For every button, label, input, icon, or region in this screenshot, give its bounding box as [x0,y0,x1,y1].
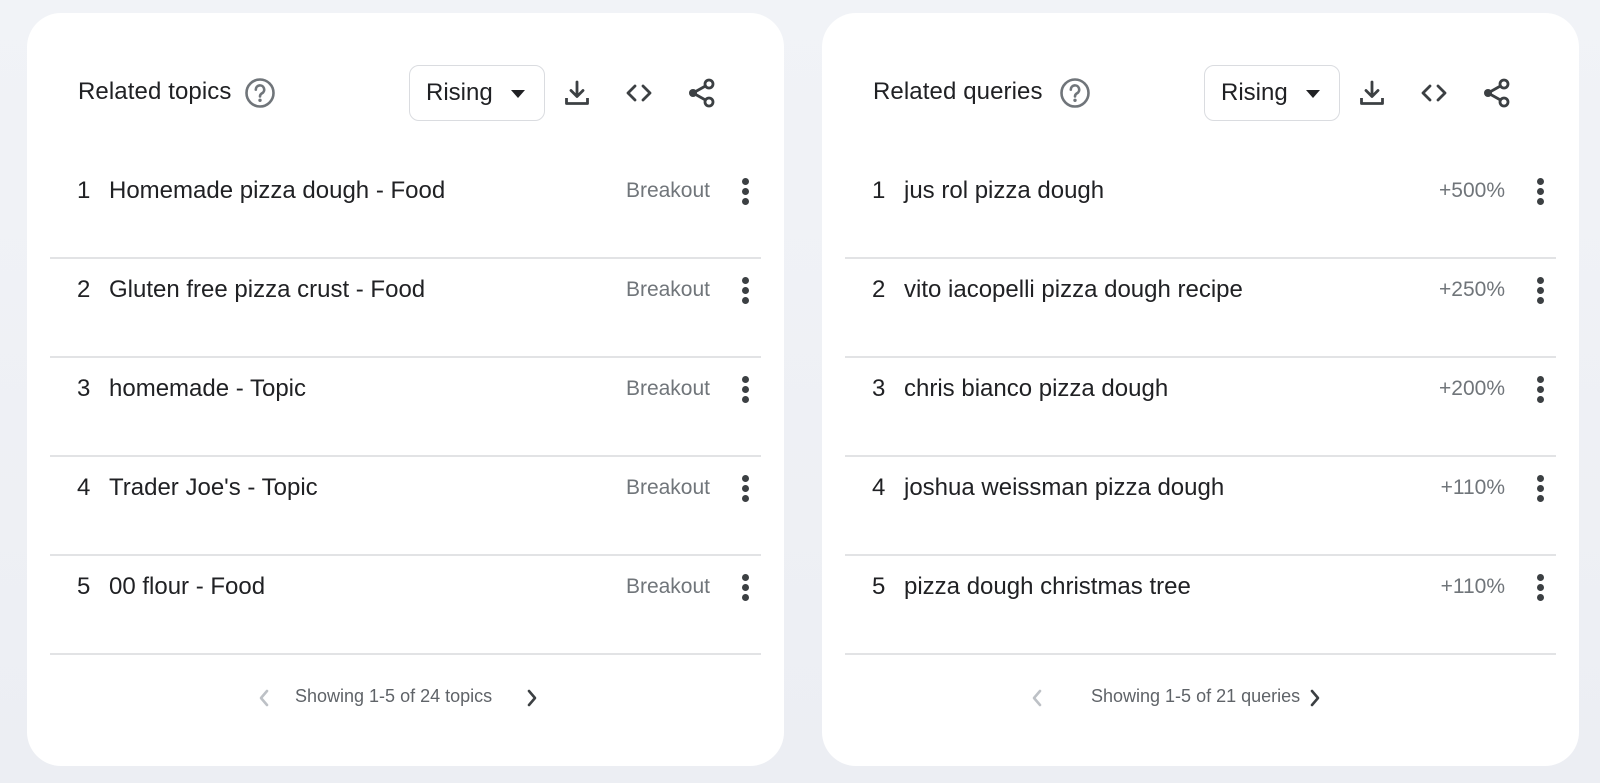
list-item[interactable]: 2 vito iacopelli pizza dough recipe +250… [845,259,1556,358]
code-embed-icon[interactable] [1418,77,1450,109]
item-label[interactable]: pizza dough christmas tree [904,573,1191,601]
topics-list: 1 Homemade pizza dough - Food Breakout 2… [50,160,761,655]
item-label[interactable]: vito iacopelli pizza dough recipe [904,276,1243,304]
pagination-text: Showing 1-5 of 24 topics [295,686,493,706]
item-rank: 3 [77,375,91,402]
item-value: Breakout [625,476,710,499]
pagination-text: Showing 1-5 of 21 queries [1091,686,1301,706]
card-header: Related topics Rising [27,65,784,121]
dropdown-caret-icon [1306,90,1320,98]
item-value: +250% [1439,278,1505,301]
list-item[interactable]: 3 chris bianco pizza dough +200% [845,358,1556,457]
list-item[interactable]: 1 jus rol pizza dough +500% [845,160,1556,259]
item-rank: 5 [77,573,91,600]
item-rank: 2 [872,276,886,303]
item-rank: 1 [77,177,91,204]
item-value: Breakout [625,179,710,202]
list-item[interactable]: 3 homemade - Topic Breakout [50,358,761,457]
item-rank: 4 [872,474,886,501]
item-rank: 5 [872,573,886,600]
more-vertical-icon[interactable] [737,275,753,309]
item-rank: 2 [77,276,91,303]
pagination: Showing 1-5 of 24 topics [27,683,784,713]
item-label[interactable]: 00 flour - Food [109,573,265,601]
item-value: Breakout [625,278,710,301]
list-item[interactable]: 4 Trader Joe's - Topic Breakout [50,457,761,556]
help-circle-icon[interactable] [1059,77,1091,109]
more-vertical-icon[interactable] [737,473,753,507]
dropdown-selected-value: Rising [426,79,493,106]
item-label[interactable]: homemade - Topic [109,375,306,403]
item-value: Breakout [625,575,710,598]
list-item[interactable]: 5 pizza dough christmas tree +110% [845,556,1556,655]
item-label[interactable]: joshua weissman pizza dough [904,474,1224,502]
more-vertical-icon[interactable] [1532,176,1548,210]
more-vertical-icon[interactable] [737,176,753,210]
list-item[interactable]: 1 Homemade pizza dough - Food Breakout [50,160,761,259]
page: Related topics Rising 1 Homemade pizza d… [0,0,1600,783]
more-vertical-icon[interactable] [737,572,753,606]
chevron-left-icon[interactable] [254,686,274,710]
rising-dropdown[interactable]: Rising [409,65,545,121]
item-label[interactable]: jus rol pizza dough [904,177,1104,205]
list-item[interactable]: 4 joshua weissman pizza dough +110% [845,457,1556,556]
item-value: +110% [1440,575,1505,598]
dropdown-caret-icon [511,90,525,98]
card-header: Related queries Rising [822,65,1579,121]
item-rank: 1 [872,177,886,204]
card-title: Related queries [873,78,1043,105]
related-topics-card: Related topics Rising 1 Homemade pizza d… [27,13,784,766]
pagination: Showing 1-5 of 21 queries [822,683,1579,713]
chevron-right-icon[interactable] [522,686,542,710]
help-circle-icon[interactable] [244,77,276,109]
chevron-left-icon[interactable] [1027,686,1047,710]
item-value: +200% [1439,377,1505,400]
share-icon[interactable] [685,77,717,109]
dropdown-selected-value: Rising [1221,79,1288,106]
list-item[interactable]: 5 00 flour - Food Breakout [50,556,761,655]
more-vertical-icon[interactable] [737,374,753,408]
rising-dropdown[interactable]: Rising [1204,65,1340,121]
download-icon[interactable] [561,77,593,109]
chevron-right-icon[interactable] [1305,686,1325,710]
more-vertical-icon[interactable] [1532,572,1548,606]
more-vertical-icon[interactable] [1532,473,1548,507]
code-embed-icon[interactable] [623,77,655,109]
related-queries-card: Related queries Rising 1 jus rol pizza d… [822,13,1579,766]
download-icon[interactable] [1356,77,1388,109]
share-icon[interactable] [1480,77,1512,109]
item-rank: 3 [872,375,886,402]
item-label[interactable]: Homemade pizza dough - Food [109,177,445,205]
more-vertical-icon[interactable] [1532,374,1548,408]
card-title: Related topics [78,78,232,105]
item-rank: 4 [77,474,91,501]
item-label[interactable]: Gluten free pizza crust - Food [109,276,425,304]
item-label[interactable]: chris bianco pizza dough [904,375,1168,403]
queries-list: 1 jus rol pizza dough +500% 2 vito iacop… [845,160,1556,655]
item-value: Breakout [625,377,710,400]
list-item[interactable]: 2 Gluten free pizza crust - Food Breakou… [50,259,761,358]
item-value: +110% [1440,476,1505,499]
more-vertical-icon[interactable] [1532,275,1548,309]
item-label[interactable]: Trader Joe's - Topic [109,474,318,502]
item-value: +500% [1439,179,1505,202]
